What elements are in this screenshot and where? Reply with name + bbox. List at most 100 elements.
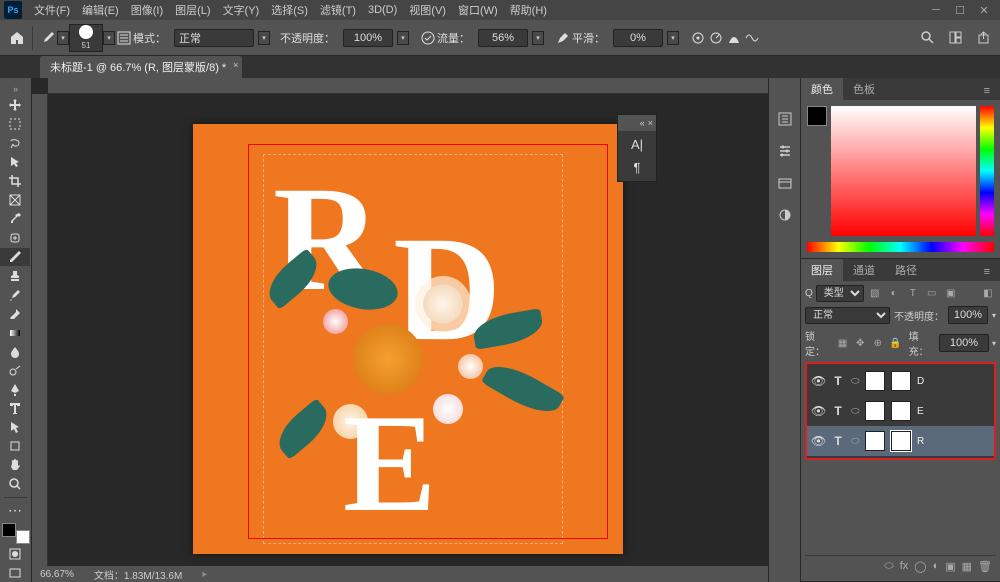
layer-row-e[interactable]: 👁 T ⬭ E	[807, 396, 994, 426]
layer-mask-thumbnail[interactable]	[891, 371, 911, 391]
edit-toolbar[interactable]: ⋯	[0, 501, 30, 520]
artboard[interactable]: R D	[193, 124, 623, 554]
pen-tool[interactable]	[0, 380, 30, 399]
filter-pixel-icon[interactable]: ▧	[867, 286, 883, 302]
group-icon[interactable]: ▣	[945, 560, 955, 573]
libraries-panel-icon[interactable]	[774, 172, 796, 194]
menu-type[interactable]: 文字(Y)	[217, 0, 266, 20]
layer-thumbnail[interactable]	[865, 431, 885, 451]
color-spectrum-slider[interactable]	[807, 242, 994, 252]
flow-input[interactable]	[478, 29, 528, 47]
layer-blend-select[interactable]: 正常	[805, 307, 890, 324]
lasso-tool[interactable]	[0, 134, 30, 153]
brush-preset-dropdown[interactable]: ▾	[57, 31, 69, 45]
share-icon[interactable]	[974, 29, 992, 47]
panel-close-icon[interactable]: ×	[648, 118, 653, 128]
brush-size-dropdown[interactable]: ▾	[103, 31, 115, 45]
layer-mask-thumbnail[interactable]	[891, 431, 911, 451]
brush-settings-icon[interactable]	[115, 29, 133, 47]
tab-close-icon[interactable]: ×	[233, 60, 238, 70]
menu-layer[interactable]: 图层(L)	[169, 0, 216, 20]
pressure-opacity-icon[interactable]	[419, 29, 437, 47]
history-brush-tool[interactable]	[0, 285, 30, 304]
layer-mask-icon[interactable]: ◯	[914, 560, 926, 573]
menu-file[interactable]: 文件(F)	[28, 0, 76, 20]
link-icon[interactable]: ⬭	[851, 436, 859, 447]
filter-shape-icon[interactable]: ▭	[924, 286, 940, 302]
link-icon[interactable]: ⬭	[851, 406, 859, 417]
panel-collapse-icon[interactable]: «	[640, 118, 645, 128]
layers-menu-icon[interactable]: ≡	[974, 263, 1000, 281]
path-select-tool[interactable]	[0, 418, 30, 437]
tab-color[interactable]: 颜色	[801, 78, 843, 100]
status-chevron-icon[interactable]: ▸	[202, 569, 207, 580]
eraser-tool[interactable]	[0, 304, 30, 323]
window-close[interactable]: ✕	[972, 1, 996, 19]
visibility-toggle[interactable]: 👁	[811, 374, 825, 388]
layer-fill-input[interactable]	[939, 334, 989, 352]
lock-pixels-icon[interactable]: ▦	[835, 335, 850, 351]
zoom-tool[interactable]	[0, 475, 30, 494]
layer-mask-thumbnail[interactable]	[891, 401, 911, 421]
quick-select-tool[interactable]	[0, 153, 30, 172]
gradient-tool[interactable]	[0, 323, 30, 342]
ruler-horizontal[interactable]	[48, 78, 768, 94]
menu-view[interactable]: 视图(V)	[403, 0, 452, 20]
color-field[interactable]	[831, 106, 976, 236]
healing-tool[interactable]	[0, 229, 30, 248]
lock-artboard-icon[interactable]: ⊕	[870, 335, 885, 351]
layer-name[interactable]: R	[917, 436, 924, 447]
menu-3d[interactable]: 3D(D)	[362, 2, 403, 18]
opacity-dropdown[interactable]: ▾	[397, 31, 409, 45]
tab-channels[interactable]: 通道	[843, 259, 885, 281]
adjustment-layer-icon[interactable]: ◐	[933, 560, 940, 573]
symmetry-icon[interactable]	[743, 29, 761, 47]
layer-name[interactable]: D	[917, 376, 924, 387]
workspace-icon[interactable]	[946, 29, 964, 47]
eyedropper-tool[interactable]	[0, 210, 30, 229]
stamp-tool[interactable]	[0, 266, 30, 285]
ruler-vertical[interactable]	[32, 94, 48, 582]
color-swatches[interactable]	[2, 523, 30, 544]
brush-tool-icon[interactable]	[39, 29, 57, 47]
layer-row-r[interactable]: 👁 T ⬭ R	[807, 426, 994, 456]
layer-thumbnail[interactable]	[865, 371, 885, 391]
flow-dropdown[interactable]: ▾	[532, 31, 544, 45]
filter-toggle[interactable]: ◧	[980, 286, 996, 302]
layer-filter-select[interactable]: 类型	[816, 285, 864, 302]
paragraph-icon[interactable]: ¶	[634, 160, 641, 175]
window-minimize[interactable]: ─	[924, 1, 948, 19]
angle-icon[interactable]	[707, 29, 725, 47]
properties-panel-icon[interactable]	[774, 140, 796, 162]
blend-mode-select[interactable]	[174, 29, 254, 47]
home-icon[interactable]	[8, 29, 26, 47]
menu-edit[interactable]: 编辑(E)	[76, 0, 125, 20]
smooth-dropdown[interactable]: ▾	[667, 31, 679, 45]
menu-help[interactable]: 帮助(H)	[504, 0, 553, 20]
history-panel-icon[interactable]	[774, 108, 796, 130]
link-layers-icon[interactable]: ⬭	[884, 560, 893, 573]
menu-filter[interactable]: 滤镜(T)	[314, 0, 362, 20]
marquee-tool[interactable]	[0, 115, 30, 134]
filter-smart-icon[interactable]: ▣	[943, 286, 959, 302]
smooth-settings-icon[interactable]	[689, 29, 707, 47]
menu-image[interactable]: 图像(I)	[125, 0, 169, 20]
delete-layer-icon[interactable]: 🗑	[978, 560, 992, 573]
tab-layers[interactable]: 图层	[801, 259, 843, 281]
crop-tool[interactable]	[0, 172, 30, 191]
blur-tool[interactable]	[0, 342, 30, 361]
canvas-viewport[interactable]: R D	[48, 94, 768, 566]
zoom-level[interactable]: 66.67%	[40, 569, 74, 580]
layer-fx-icon[interactable]: fx	[900, 560, 909, 573]
quick-mask-icon[interactable]	[0, 544, 30, 563]
brush-tool[interactable]	[0, 248, 30, 267]
visibility-toggle[interactable]: 👁	[811, 434, 825, 448]
pressure-size-icon[interactable]	[725, 29, 743, 47]
screen-mode-icon[interactable]	[0, 563, 30, 582]
menu-window[interactable]: 窗口(W)	[452, 0, 504, 20]
new-layer-icon[interactable]: ▦	[962, 560, 972, 573]
type-tool[interactable]	[0, 399, 30, 418]
hue-slider[interactable]	[980, 106, 994, 236]
tab-swatches[interactable]: 色板	[843, 78, 885, 100]
tab-paths[interactable]: 路径	[885, 259, 927, 281]
